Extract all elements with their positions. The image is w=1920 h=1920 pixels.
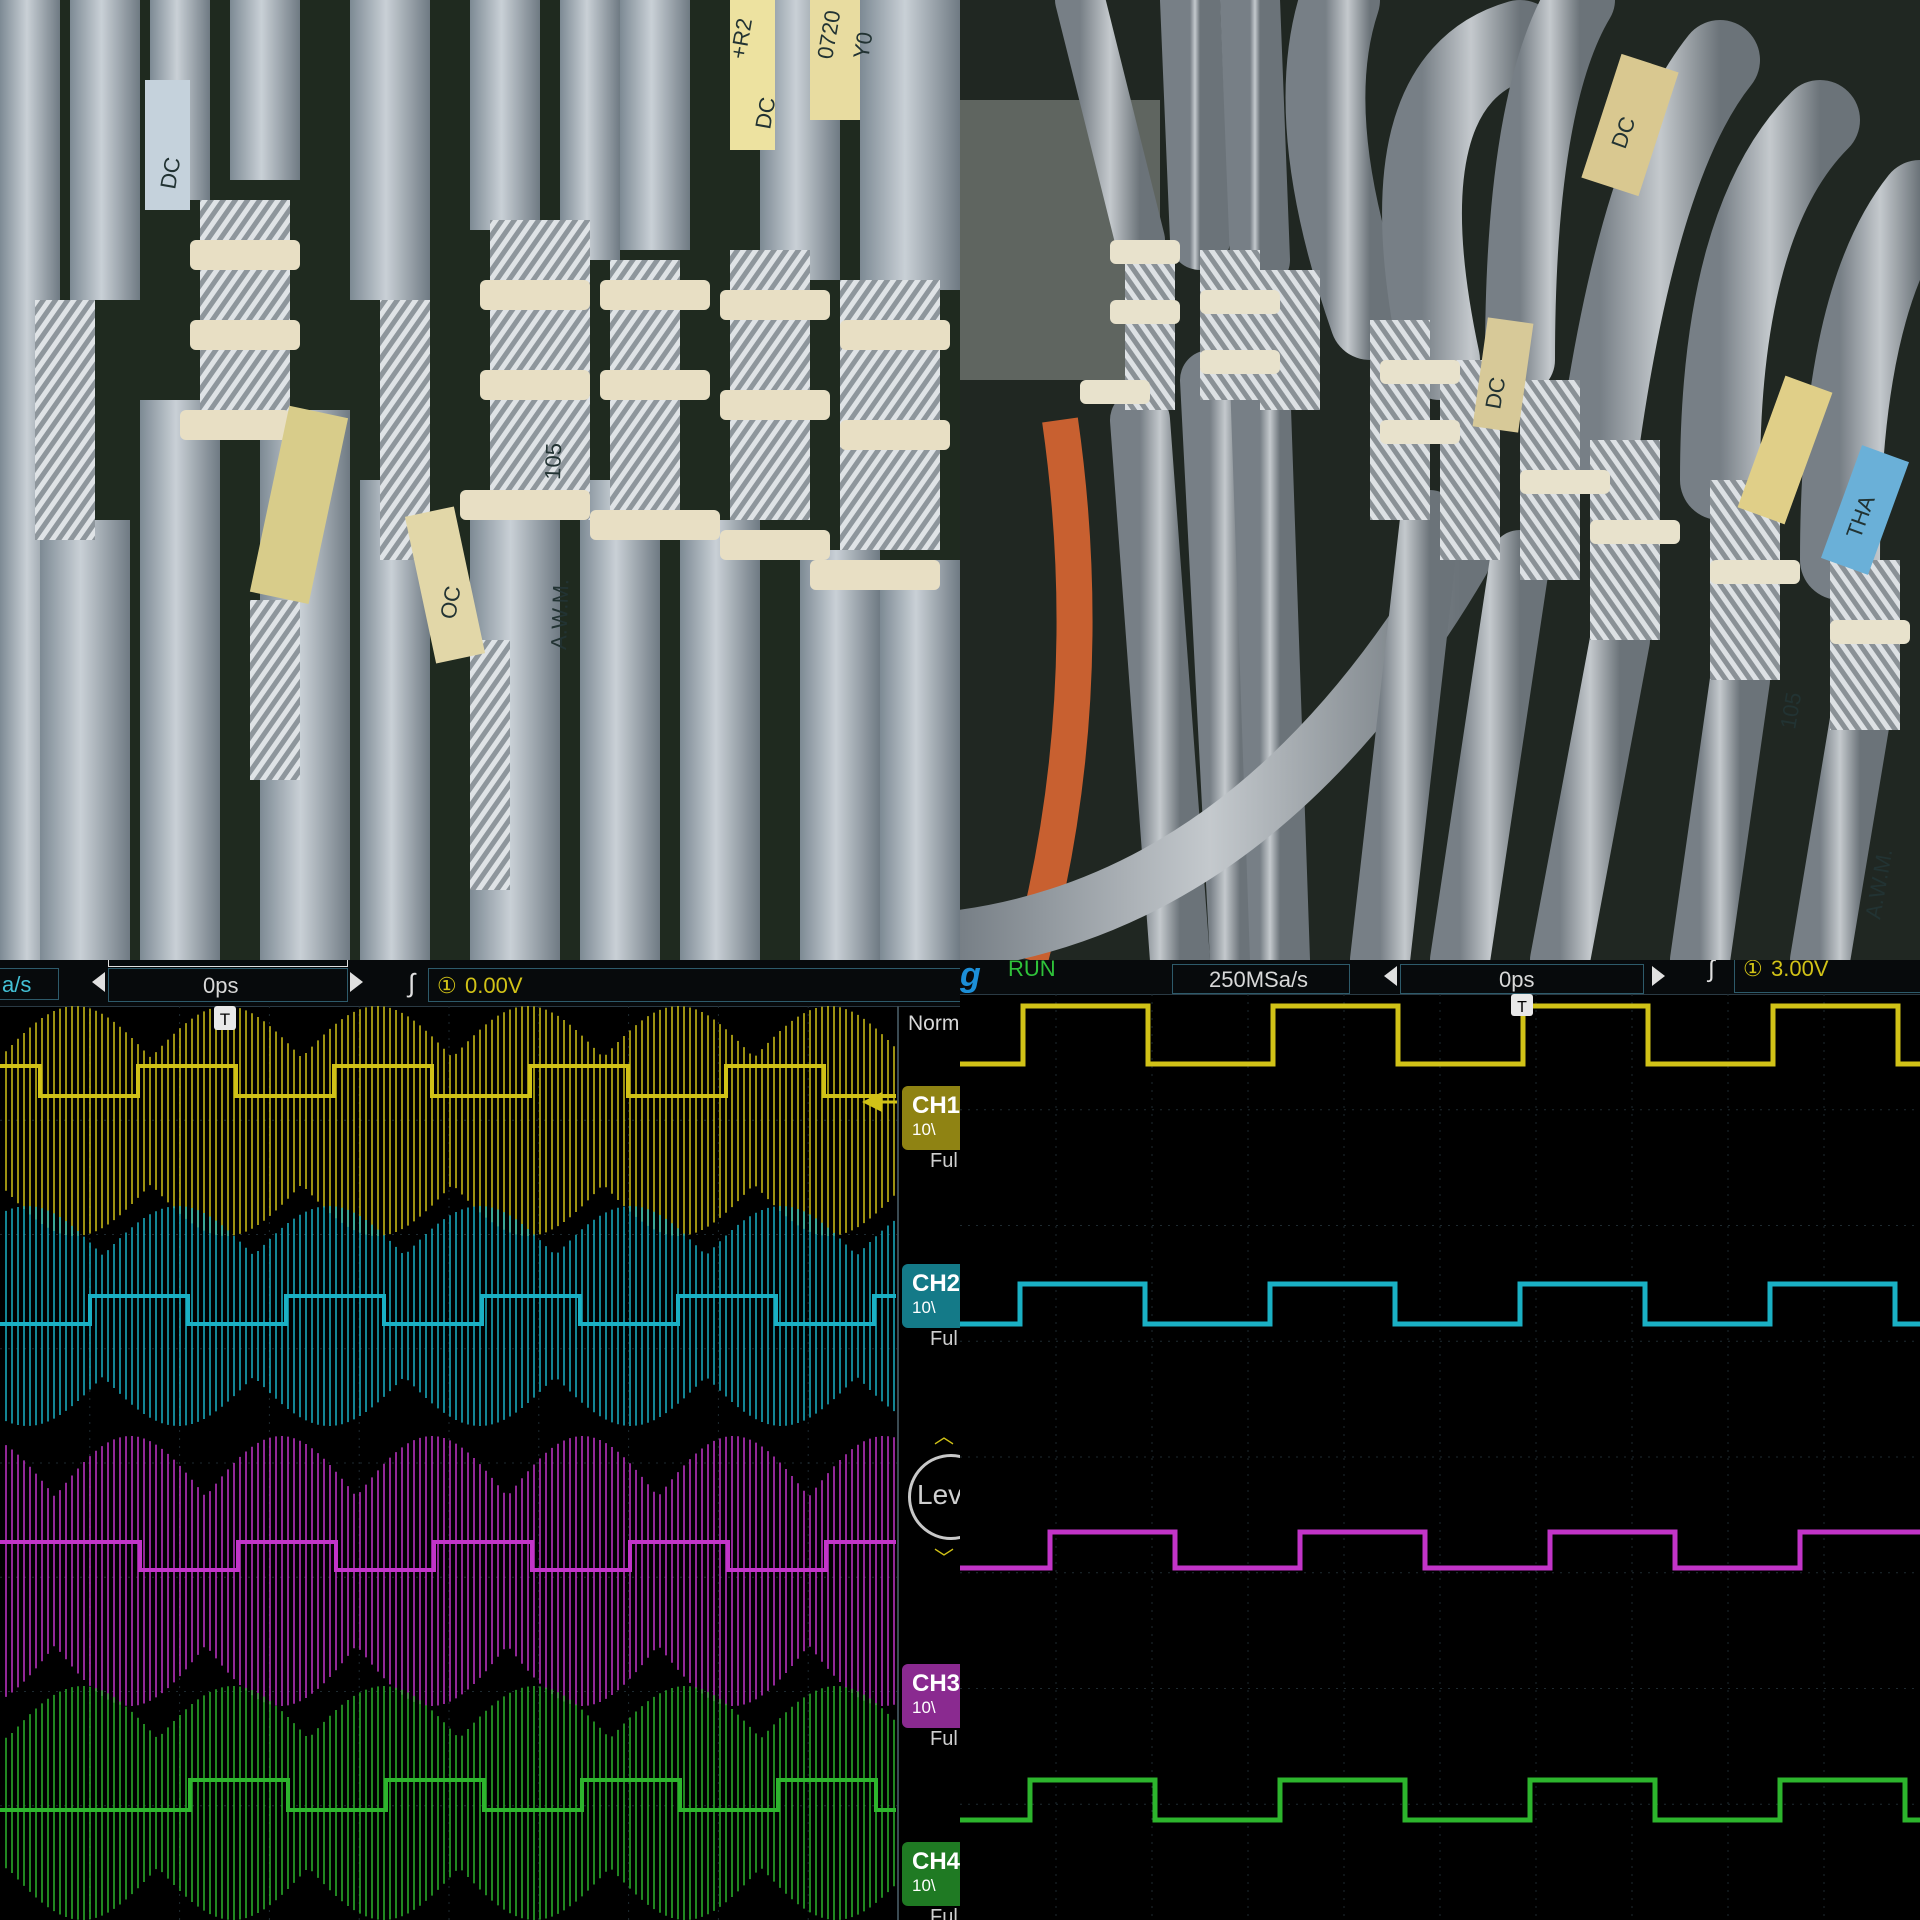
- level-up-chevron[interactable]: ︿: [934, 1420, 954, 1449]
- time-left-arrow[interactable]: [1384, 966, 1397, 986]
- cable-photo-left: 0720 Y0 +R2 DC OC DC A.W.M. 105: [0, 0, 960, 960]
- time-offset-value: 0ps: [1499, 967, 1535, 992]
- trigger-edge-icon: ∫: [1708, 960, 1715, 983]
- ch1-badge[interactable]: CH1 10\: [902, 1086, 960, 1150]
- ch4-badge[interactable]: CH4 10\: [902, 1842, 960, 1906]
- waveform-display-right: T: [960, 994, 1920, 1920]
- trigger-position-marker: T: [214, 1006, 236, 1030]
- ch2-coupling: Ful: [930, 1328, 958, 1350]
- jacket-print-awm: A.W.M.: [546, 578, 573, 650]
- trigger-source-icon: ①: [437, 973, 457, 998]
- trigger-level-value: 3.00V: [1771, 960, 1829, 981]
- brand-logo-fragment: g: [960, 960, 981, 994]
- time-offset-value: 0ps: [203, 973, 239, 998]
- cable-bundle-illustration-left: 0720 Y0 +R2 DC OC DC A.W.M. 105: [0, 0, 960, 960]
- level-knob-label: Lev: [917, 1479, 960, 1510]
- oscilloscope-noisy: a/s 0ps ∫ ① 0.00V T Norm CH1 10\ Ful CH2…: [0, 960, 960, 1920]
- trigger-edge-icon: ∫: [408, 968, 416, 998]
- time-left-arrow[interactable]: [92, 972, 105, 992]
- sample-rate-value: 250MSa/s: [1209, 967, 1309, 992]
- ch3-coupling: Ful: [930, 1728, 958, 1750]
- ch2-badge[interactable]: CH2 10\: [902, 1264, 960, 1328]
- trigger-field[interactable]: ① 3.00V: [1734, 960, 1920, 993]
- trigger-field[interactable]: ① 0.00V: [428, 968, 960, 1002]
- level-down-chevron[interactable]: ﹀: [934, 1542, 954, 1571]
- cable-bundle-illustration-right: DC DC THA 105 A.W.M.: [960, 0, 1920, 960]
- time-right-arrow[interactable]: [1652, 966, 1665, 986]
- sample-rate-fragment: a/s: [2, 972, 32, 997]
- waveform-display-left: T: [0, 1006, 899, 1920]
- jacket-print-105: 105: [540, 443, 566, 481]
- trigger-level-value: 0.00V: [465, 973, 523, 998]
- ch4-coupling: Ful: [930, 1906, 958, 1920]
- scope-header: g RUN 250MSa/s 0ps ∫ ① 3.00V: [960, 960, 1920, 995]
- sleeve-label-y0: Y0: [848, 30, 877, 61]
- ch1-trace: [0, 1006, 896, 1236]
- ch3-trace: [0, 1436, 896, 1706]
- time-offset-field[interactable]: 0ps: [1400, 964, 1644, 994]
- ch2-trace: [0, 1206, 896, 1426]
- ch1-coupling: Ful: [930, 1150, 958, 1172]
- timebase-window-indicator: [108, 960, 348, 967]
- trigger-mode-label: Norm: [908, 1012, 960, 1035]
- svg-text:T: T: [220, 1010, 230, 1029]
- trigger-position-marker: T: [1511, 994, 1533, 1016]
- sample-rate-field: 250MSa/s: [1172, 964, 1350, 994]
- oscilloscope-clean: g RUN 250MSa/s 0ps ∫ ① 3.00V T: [960, 960, 1920, 1920]
- scope-header: a/s 0ps ∫ ① 0.00V: [0, 960, 960, 1007]
- cable-photo-right: DC DC THA 105 A.W.M.: [960, 0, 1920, 960]
- time-offset-field[interactable]: 0ps: [108, 968, 348, 1002]
- channel-traces: [960, 1003, 1920, 1823]
- ch3-badge[interactable]: CH3 10\: [902, 1664, 960, 1728]
- ch4-trace: [0, 1686, 896, 1920]
- trigger-source-icon: ①: [1743, 960, 1763, 981]
- time-right-arrow[interactable]: [350, 972, 363, 992]
- run-status: RUN: [1008, 960, 1056, 981]
- svg-text:T: T: [1517, 999, 1527, 1016]
